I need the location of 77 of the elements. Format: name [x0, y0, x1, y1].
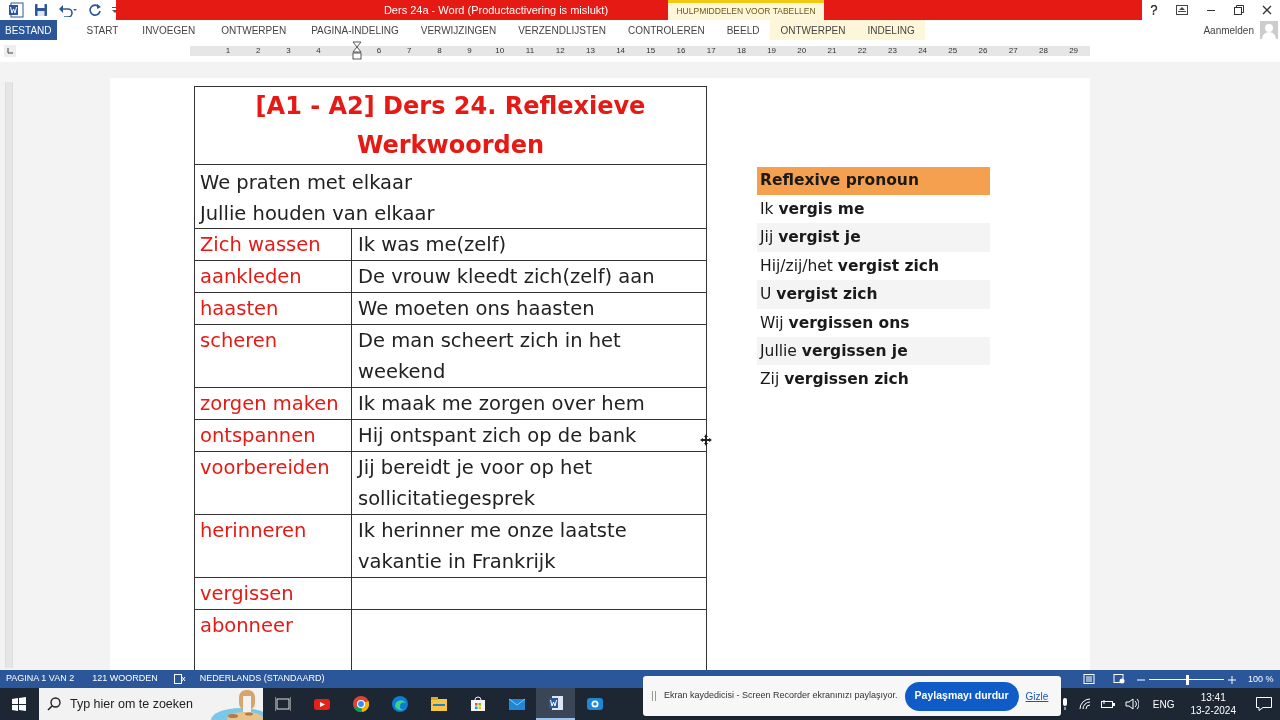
verb-cell: ontspannen: [200, 424, 316, 447]
ruler-number: 9: [466, 46, 473, 56]
verb-cell: abonneer: [200, 614, 293, 637]
clock[interactable]: 13:41 13-2-2024: [1190, 691, 1236, 717]
ruler-number: 2: [254, 46, 262, 56]
ruler-number: 21: [826, 46, 838, 56]
ribbon-tab[interactable]: START: [56, 20, 131, 40]
verb-cell: Zich wassen: [200, 233, 321, 256]
hide-link[interactable]: Gizle: [1025, 688, 1049, 704]
ruler-number: 12: [554, 46, 566, 56]
ruler-number: 23: [886, 46, 898, 56]
ruler-number: 26: [977, 46, 989, 56]
ribbon-tab[interactable]: ONTWERPEN: [770, 20, 858, 40]
ribbon-tab[interactable]: INDELING: [857, 20, 925, 40]
ruler-number: 6: [375, 46, 383, 56]
ribbon-tab[interactable]: VERZENDLIJSTEN: [507, 20, 617, 40]
ribbon-tab[interactable]: CONTROLEREN: [616, 20, 716, 40]
ruler-number: 28: [1037, 46, 1049, 56]
verb-cell: haasten: [200, 297, 279, 320]
ruler-number: 27: [1007, 46, 1019, 56]
example-sentence: Ik was me(zelf): [358, 232, 508, 258]
verb-cell: vergissen: [200, 582, 294, 605]
contextual-tab-header: HULPMIDDELEN VOOR TABELLEN: [668, 0, 824, 20]
input-language[interactable]: ENG: [1152, 696, 1175, 712]
ruler-number: 22: [856, 46, 868, 56]
pronoun-table-header: Reflexive pronoun: [757, 167, 990, 195]
ribbon-tab[interactable]: BEELD: [715, 20, 771, 40]
ruler-number: 20: [796, 46, 808, 56]
example-sentence: Jij bereidt je voor op het sollicitatiegesprek: [358, 455, 594, 512]
verb-cell: scheren: [200, 329, 278, 352]
ribbon-tab[interactable]: BESTAND: [0, 20, 57, 40]
ruler-number: 24: [917, 46, 929, 56]
page-count[interactable]: PAGINA 1 VAN 2: [6, 672, 75, 686]
ribbon-tab[interactable]: VERWIJZINGEN: [409, 20, 508, 40]
ruler-number: 13: [584, 46, 596, 56]
ruler-number: 25: [947, 46, 959, 56]
ruler-number: 8: [436, 46, 443, 56]
ribbon-tab[interactable]: INVOEGEN: [130, 20, 208, 40]
pronoun-row: U vergist zich: [757, 280, 990, 309]
pronoun-row: Jullie vergissen je: [757, 336, 990, 366]
example-sentence: De man scheert zich in het weekend: [358, 328, 622, 385]
ribbon-tab[interactable]: ONTWERPEN: [207, 20, 301, 40]
ruler-number: 3: [285, 46, 292, 56]
ruler-number: 16: [675, 46, 687, 56]
ribbon-tab[interactable]: PAGINA-INDELING: [300, 20, 410, 40]
example-sentence: Ik herinner me onze laatste vakantie in Frankrijk: [358, 518, 628, 575]
example-sentence: We moeten ons haasten: [358, 296, 596, 322]
ruler-number: 14: [615, 46, 627, 56]
ruler-number: 1: [224, 46, 232, 56]
sign-in-link[interactable]: Aanmelden: [1203, 20, 1260, 40]
pronoun-row: Jij vergist je: [757, 223, 990, 252]
search-field[interactable]: Typ hier om te zoeken: [70, 694, 200, 714]
notification-text: Ekran kaydedicisi - Screen Recorder ekranınızı paylaşıyor.: [664, 689, 898, 703]
sentence: We praten met elkaar: [200, 170, 412, 196]
ruler-number: 15: [645, 46, 657, 56]
document-title: [A1 - A2] Ders 24. Reflexieve Werkwoorden: [254, 90, 647, 161]
ruler-number: 18: [735, 46, 747, 56]
verb-cell: zorgen maken: [200, 392, 339, 415]
stop-sharing-button[interactable]: Paylaşmayı durdur: [904, 681, 1019, 711]
ruler-number: 7: [405, 46, 413, 56]
example-sentence: De vrouw kleedt zich(zelf) aan: [358, 264, 656, 290]
language-indicator[interactable]: NEDERLANDS (STANDAARD): [199, 672, 325, 686]
ruler-number: 11: [524, 46, 536, 56]
zoom-level[interactable]: 100 %: [1248, 673, 1274, 687]
ruler-number: 17: [705, 46, 717, 56]
ruler-number: 4: [315, 46, 322, 56]
verb-cell: herinneren: [200, 519, 307, 542]
ruler-number: 10: [494, 46, 506, 56]
ruler-number: 29: [1068, 46, 1080, 56]
example-sentence: Hij ontspant zich op de bank: [358, 423, 638, 449]
sentence: Jullie houden van elkaar: [200, 201, 435, 227]
ruler-number: 19: [766, 46, 778, 56]
verb-cell: voorbereiden: [200, 456, 330, 479]
search-box[interactable]: Typ hier om te zoeken: [39, 688, 263, 720]
verb-cell: aankleden: [200, 265, 302, 288]
word-count[interactable]: 121 WOORDEN: [92, 672, 158, 686]
example-sentence: Ik maak me zorgen over hem: [358, 391, 646, 417]
